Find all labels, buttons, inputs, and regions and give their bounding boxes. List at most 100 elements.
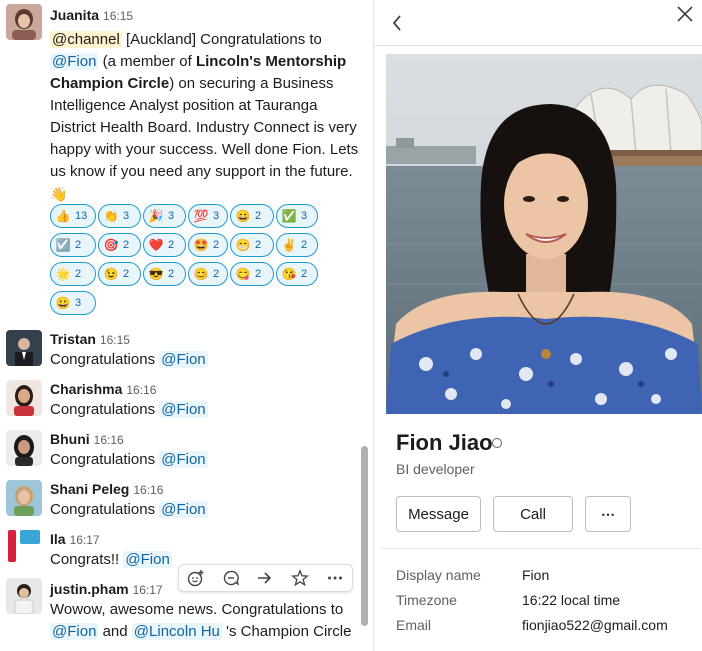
presence-status-icon	[492, 438, 502, 448]
reaction-emoji-icon: 😄	[235, 209, 251, 223]
message-author[interactable]: Bhuni	[50, 431, 90, 447]
reaction-emoji-icon: 😉	[103, 267, 119, 281]
reaction-emoji-icon: ☑️	[55, 238, 71, 252]
reply-in-thread-icon[interactable]	[214, 565, 249, 591]
message-timestamp[interactable]: 16:15	[103, 9, 133, 23]
user-mention[interactable]: @Fion	[123, 551, 172, 568]
profile-header	[374, 0, 702, 46]
message-author[interactable]: Shani Peleg	[50, 481, 129, 497]
reaction-emoji-icon: 😎	[148, 267, 164, 281]
user-mention[interactable]: @Fion	[50, 53, 99, 70]
avatar[interactable]	[6, 480, 42, 516]
reaction-pill[interactable]: 😁 2	[230, 233, 274, 257]
reaction-pill[interactable]: ✅ 3	[276, 204, 318, 228]
user-mention[interactable]: @Lincoln Hu	[131, 623, 222, 640]
channel-mention[interactable]: @channel	[50, 31, 122, 48]
reaction-pill[interactable]: 😊 2	[188, 262, 228, 286]
user-mention[interactable]: @Fion	[159, 451, 208, 468]
reaction-count: 3	[123, 210, 130, 222]
avatar[interactable]	[6, 528, 42, 564]
close-icon[interactable]	[674, 3, 696, 25]
reaction-pill[interactable]: 👍 13	[50, 204, 96, 228]
message-text: @channel [Auckland] Congratulations to @…	[50, 31, 359, 202]
reaction-pill[interactable]: 🌟 2	[50, 262, 96, 286]
profile-photo[interactable]	[386, 54, 702, 414]
more-options-button[interactable]: ⋯	[585, 496, 631, 532]
reaction-emoji-icon: 😀	[55, 296, 71, 310]
field-value: Fion	[522, 567, 550, 583]
email-link[interactable]: fionjiao522@gmail.com	[522, 617, 668, 633]
field-label: Timezone	[396, 592, 457, 608]
message-author[interactable]: Charishma	[50, 381, 122, 397]
message-timestamp[interactable]: 16:16	[133, 483, 163, 497]
message-button[interactable]: Message	[396, 496, 481, 532]
reaction-pill[interactable]: 🎉 3	[143, 204, 186, 228]
message-timestamp[interactable]: 16:16	[94, 433, 124, 447]
call-button[interactable]: Call	[493, 496, 573, 532]
message-list[interactable]: Juanita 16:15 @channel [Auckland] Congrat…	[0, 0, 373, 651]
reaction-count: 3	[301, 210, 308, 222]
reaction-emoji-icon: ✌️	[281, 238, 297, 252]
reaction-pill[interactable]: 😉 2	[98, 262, 141, 286]
reaction-pill[interactable]: 😄 2	[230, 204, 274, 228]
save-star-icon[interactable]	[283, 565, 318, 591]
avatar[interactable]	[6, 578, 42, 614]
message-text: Congratulations @Fion	[50, 351, 208, 368]
avatar[interactable]	[6, 380, 42, 416]
reaction-pill[interactable]: ☑️ 2	[50, 233, 96, 257]
reaction-count: 2	[255, 210, 262, 222]
reaction-pill[interactable]: ✌️ 2	[276, 233, 318, 257]
avatar[interactable]	[6, 330, 42, 366]
profile-panel: Fion Jiao BI developer Message Call ⋯ Di…	[374, 0, 702, 651]
message-author[interactable]: justin.pham	[50, 581, 129, 597]
reaction-pill[interactable]: 👏 3	[98, 204, 141, 228]
reaction-count: 2	[123, 268, 130, 280]
reaction-count: 2	[301, 268, 308, 280]
reaction-emoji-icon: 🤩	[193, 238, 209, 252]
reaction-emoji-icon: 😁	[235, 238, 251, 252]
message-timestamp[interactable]: 16:17	[133, 583, 163, 597]
message-timestamp[interactable]: 16:17	[70, 533, 100, 547]
reaction-count: 2	[123, 239, 130, 251]
message-author[interactable]: Ila	[50, 531, 66, 547]
reaction-count: 3	[168, 210, 175, 222]
wave-emoji: 👋	[50, 186, 68, 202]
reaction-pill[interactable]: ❤️ 2	[143, 233, 186, 257]
reaction-count: 2	[168, 239, 175, 251]
message-actions-toolbar	[178, 564, 353, 592]
add-reaction-icon[interactable]	[179, 565, 214, 591]
reaction-pill[interactable]: 😎 2	[143, 262, 186, 286]
message-timestamp[interactable]: 16:15	[100, 333, 130, 347]
user-mention[interactable]: @Fion	[50, 623, 99, 640]
avatar[interactable]	[6, 4, 42, 40]
reaction-emoji-icon: 💯	[193, 209, 209, 223]
reaction-emoji-icon: 🎯	[103, 238, 119, 252]
reaction-count: 2	[75, 239, 82, 251]
scrollbar-thumb[interactable]	[361, 446, 368, 626]
message-author[interactable]: Juanita	[50, 7, 99, 23]
more-actions-icon[interactable]	[317, 565, 352, 591]
reaction-emoji-icon: 👍	[55, 209, 71, 223]
user-mention[interactable]: @Fion	[159, 401, 208, 418]
message-text: Congratulations @Fion	[50, 451, 208, 468]
reaction-count: 3	[75, 297, 82, 309]
share-message-icon[interactable]	[248, 565, 283, 591]
profile-title: BI developer	[396, 461, 475, 477]
reaction-pill[interactable]: 😀 3	[50, 291, 96, 315]
reaction-emoji-icon: 😋	[235, 267, 251, 281]
reaction-pill[interactable]: 💯 3	[188, 204, 228, 228]
user-mention[interactable]: @Fion	[159, 501, 208, 518]
reaction-pill[interactable]: 🎯 2	[98, 233, 141, 257]
reaction-pill[interactable]: 🤩 2	[188, 233, 228, 257]
avatar[interactable]	[6, 430, 42, 466]
message-author[interactable]: Tristan	[50, 331, 96, 347]
back-icon[interactable]	[388, 12, 406, 34]
reaction-pill[interactable]: 😘 2	[276, 262, 318, 286]
profile-name: Fion Jiao	[396, 430, 493, 455]
user-mention[interactable]: @Fion	[159, 351, 208, 368]
reaction-pill[interactable]: 😋 2	[230, 262, 274, 286]
reaction-count: 2	[213, 268, 220, 280]
message-timestamp[interactable]: 16:16	[126, 383, 156, 397]
divider	[382, 548, 700, 549]
reaction-emoji-icon: 😘	[281, 267, 297, 281]
